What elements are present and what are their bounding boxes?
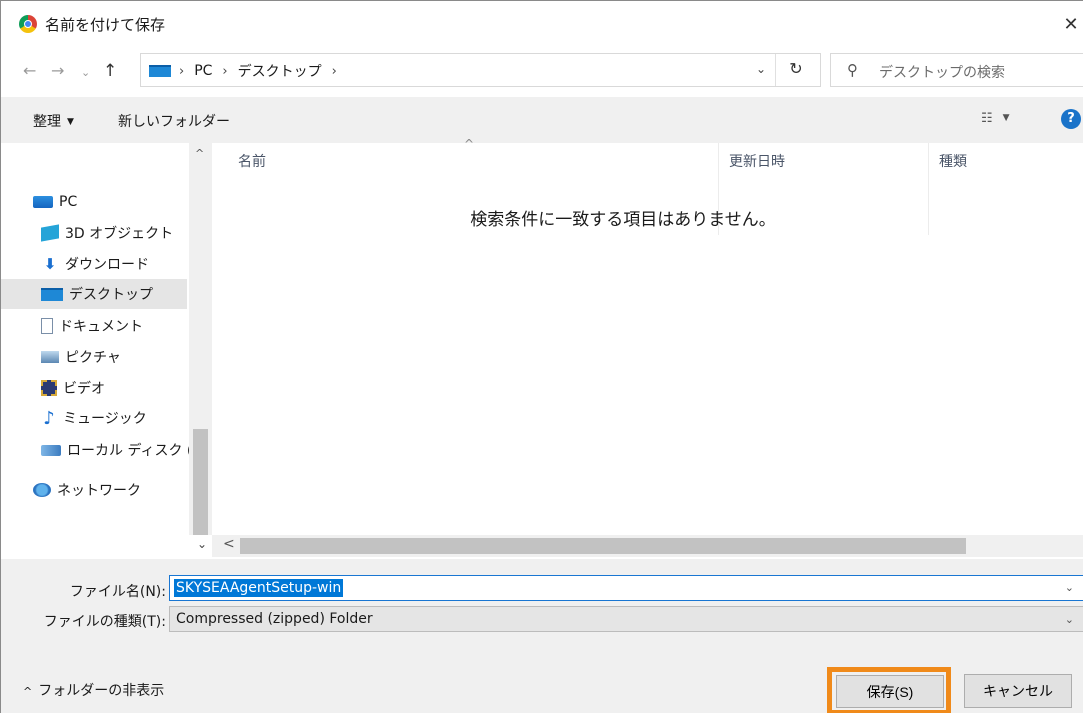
help-icon[interactable]: ? [1061,109,1081,129]
sidebar-item-label: ローカル ディスク (C [67,443,203,459]
chrome-icon [19,15,37,33]
hide-folders-button[interactable]: ^ フォルダーの非表示 [23,680,164,700]
scrollbar-thumb[interactable] [240,538,966,554]
filename-value[interactable]: SKYSEAAgentSetup-win [174,579,344,597]
sidebar-item-documents[interactable]: ドキュメント [41,311,143,341]
address-bar[interactable]: › PC › デスクトップ › ⌄ ↻ [140,53,821,87]
sidebar-item-label: ビデオ [63,381,105,397]
sort-indicator-icon: ^ [464,137,475,151]
search-box[interactable]: ⚲ デスクトップの検索 [830,53,1083,87]
breadcrumb-separator[interactable]: › [332,64,337,79]
save-button[interactable]: 保存(S) [836,675,944,708]
refresh-button[interactable]: ↻ [780,59,812,78]
navigation-pane-scrollbar[interactable]: ^ [189,143,212,535]
pictures-icon [41,351,59,363]
filetype-label: ファイルの種類(T): [43,614,166,630]
sidebar-item-label: ミュージック [63,411,147,427]
sidebar-item-3d-objects[interactable]: 3D オブジェクト [41,218,173,248]
desktop-icon [149,65,171,77]
scrollbar-thumb[interactable] [193,429,208,535]
filename-field[interactable]: SKYSEAAgentSetup-win ⌄ [169,575,1083,601]
organize-button[interactable]: 整理 ▼ [33,111,74,131]
cancel-button[interactable]: キャンセル [964,674,1072,708]
sidebar-item-label: PC [59,194,78,210]
forward-button[interactable]: → [51,61,64,80]
download-icon: ⬇ [43,255,57,273]
close-button[interactable]: ✕ [1059,1,1083,47]
chevron-down-icon[interactable]: ⌄ [1065,613,1074,626]
network-icon [33,483,51,497]
filetype-value: Compressed (zipped) Folder [176,611,373,627]
filetype-select[interactable]: Compressed (zipped) Folder ⌄ [169,606,1083,632]
sidebar-item-pictures[interactable]: ピクチャ [41,342,121,372]
sidebar-item-music[interactable]: ♪ ミュージック [41,403,147,433]
navigation-pane: PC 3D オブジェクト ⬇ ダウンロード デスクトップ ドキュメント ピクチャ… [1,143,212,535]
command-bar: 整理 ▼ 新しいフォルダー ☷ ▼ ? [1,97,1083,143]
scroll-down-icon[interactable]: ⌄ [197,537,207,551]
breadcrumb: › PC › デスクトップ › [179,61,337,81]
breadcrumb-desktop[interactable]: デスクトップ [238,61,322,81]
scroll-row: ⌄ < [1,535,1083,559]
chevron-down-icon[interactable]: ⌄ [1065,581,1074,594]
chevron-down-icon: ▼ [67,117,74,127]
sidebar-item-pc[interactable]: PC [33,187,77,217]
save-as-dialog: 名前を付けて保存 ✕ ← → ⌄ ↑ › PC › デスクトップ › ⌄ ↻ ⚲… [0,0,1083,713]
new-folder-button[interactable]: 新しいフォルダー [118,111,230,131]
empty-message: 検索条件に一致する項目はありません。 [470,210,776,230]
sidebar-item-label: ネットワーク [57,483,141,499]
organize-label: 整理 [33,114,61,130]
search-icon: ⚲ [847,61,858,79]
change-view-button[interactable]: ☷ ▼ [981,111,1010,126]
breadcrumb-separator[interactable]: › [179,64,184,79]
back-button[interactable]: ← [23,61,36,80]
column-header-date-modified[interactable]: 更新日時 [729,151,785,171]
sidebar-item-videos[interactable]: ビデオ [41,373,105,403]
scroll-up-icon[interactable]: ^ [195,147,204,160]
filename-label: ファイル名(N): [69,584,166,600]
column-header-name[interactable]: 名前 [238,151,266,171]
sidebar-item-desktop[interactable]: デスクトップ [1,279,187,309]
up-button[interactable]: ↑ [103,61,117,81]
breadcrumb-separator[interactable]: › [222,64,227,79]
videos-icon [41,380,57,396]
breadcrumb-pc[interactable]: PC [194,63,212,79]
sidebar-item-label: ピクチャ [65,350,121,366]
navigation-bar: ← → ⌄ ↑ › PC › デスクトップ › ⌄ ↻ ⚲ デスクトップの検索 [1,47,1083,97]
pc-icon [33,196,53,208]
sidebar-item-network[interactable]: ネットワーク [33,475,141,505]
search-input[interactable]: デスクトップの検索 [879,62,1005,82]
dialog-title: 名前を付けて保存 [45,16,166,34]
documents-icon [41,318,53,334]
sidebar-item-label: デスクトップ [69,287,153,303]
address-dropdown-button[interactable]: ⌄ [756,62,766,76]
local-disk-icon [41,444,61,456]
save-form: ファイル名(N): SKYSEAAgentSetup-win ⌄ ファイルの種類… [1,559,1083,713]
sidebar-item-label: 3D オブジェクト [65,226,174,242]
recent-locations-button[interactable]: ⌄ [81,66,90,79]
sidebar-item-label: ドキュメント [59,319,143,335]
sidebar-item-local-disk[interactable]: ローカル ディスク (C [41,435,202,465]
column-header-type[interactable]: 種類 [939,151,967,171]
desktop-icon [41,287,63,301]
scroll-left-icon[interactable]: < [223,536,235,552]
hide-folders-label: フォルダーの非表示 [38,683,165,699]
music-icon: ♪ [43,407,55,429]
file-list: ^ 名前 更新日時 種類 検索条件に一致する項目はありません。 [212,137,1083,535]
sidebar-item-label: ダウンロード [65,257,149,273]
chevron-up-icon: ^ [23,685,33,698]
sidebar-item-downloads[interactable]: ⬇ ダウンロード [41,249,149,279]
title-bar: 名前を付けて保存 ✕ [1,1,1083,47]
address-divider [775,54,776,86]
3d-objects-icon [41,224,59,242]
view-icon: ☷ [981,111,993,126]
chevron-down-icon: ▼ [1002,113,1010,123]
horizontal-scrollbar[interactable] [212,535,1083,557]
